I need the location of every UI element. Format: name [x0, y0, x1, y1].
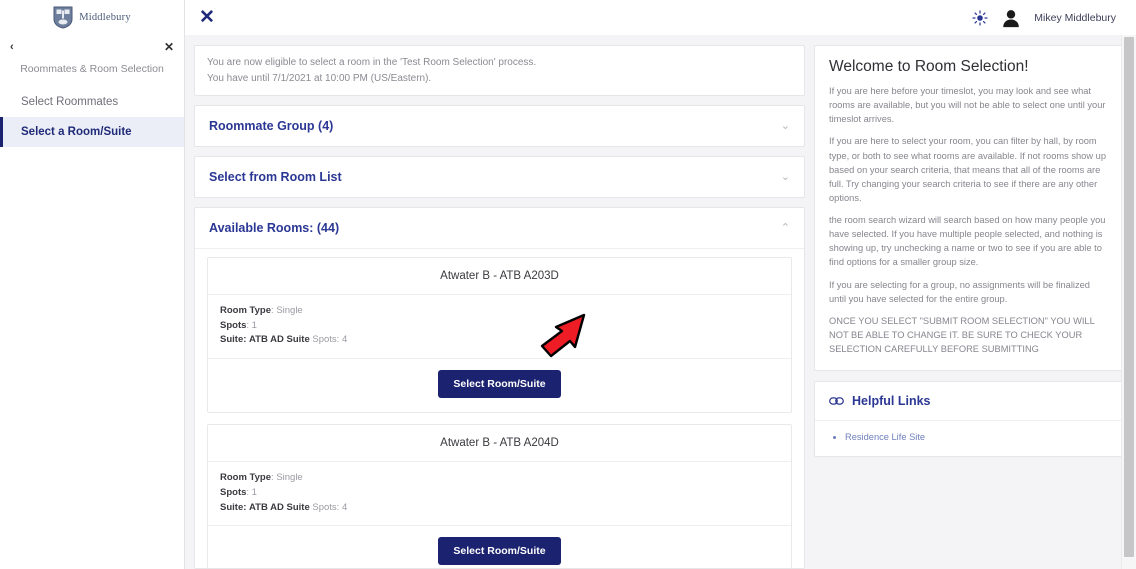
room-meta: Room Type: Single Spots: 1 Suite: ATB AD…: [208, 462, 791, 527]
welcome-title: Welcome to Room Selection!: [829, 58, 1029, 75]
spots-value: 1: [251, 319, 257, 331]
available-rooms-list[interactable]: Atwater B - ATB A203D Room Type: Single …: [195, 248, 804, 568]
room-title: Atwater B - ATB A204D: [208, 425, 791, 463]
notice-line-1: You are now eligible to select a room in…: [207, 57, 537, 68]
sidebar-back-icon[interactable]: ‹: [10, 41, 14, 53]
welcome-paragraph: If you are selecting for a group, no ass…: [829, 279, 1090, 304]
room-type-value: Single: [276, 472, 303, 484]
welcome-card: Welcome to Room Selection! If you are he…: [814, 45, 1124, 372]
helpful-links-title: Helpful Links: [852, 394, 931, 409]
accordion-select-from-room-list-header[interactable]: Select from Room List ⌄: [195, 157, 804, 197]
suite-label: Suite:: [220, 501, 247, 513]
eligibility-notice: You are now eligible to select a room in…: [194, 45, 805, 96]
top-bar-main: ✕ Mikey Middlebury: [185, 0, 1136, 35]
accordion-roommate-group-header[interactable]: Roommate Group (4) ⌄: [195, 106, 804, 146]
user-avatar-icon[interactable]: [1000, 7, 1022, 29]
right-sidebar: Welcome to Room Selection! If you are he…: [814, 35, 1136, 569]
spots-label: Spots: [220, 319, 247, 331]
spots-label: Spots: [220, 486, 247, 498]
helpful-links-body: Residence Life Site: [815, 421, 1123, 456]
username-label[interactable]: Mikey Middlebury: [1034, 12, 1116, 24]
room-selection-app: Middlebury ✕ Mikey Middlebury ‹ ✕ Roomma…: [0, 0, 1136, 569]
chevron-down-icon[interactable]: ⌄: [781, 120, 790, 132]
sidebar-item-select-room-suite[interactable]: Select a Room/Suite: [0, 117, 184, 147]
chevron-down-icon[interactable]: ⌄: [781, 171, 790, 183]
room-type-label: Room Type: [220, 305, 272, 316]
room-type-label: Room Type: [220, 472, 272, 484]
page-scrollbar[interactable]: [1121, 35, 1136, 569]
helpful-links-header: Helpful Links: [815, 382, 1123, 422]
room-card: Atwater B - ATB A204D Room Type: Single …: [207, 424, 792, 568]
sidebar-controls: ‹ ✕: [0, 35, 184, 55]
suite-label: Suite:: [220, 334, 247, 346]
sidebar-title: Roommates & Room Selection: [20, 63, 164, 75]
room-footer: Select Room/Suite: [208, 526, 791, 568]
room-footer: Select Room/Suite: [208, 359, 791, 412]
body-row: ‹ ✕ Roommates & Room Selection Select Ro…: [0, 35, 1136, 569]
spots-value: 1: [251, 486, 257, 498]
accordion-roommate-group[interactable]: Roommate Group (4) ⌄: [194, 105, 805, 147]
main-content: You are now eligible to select a room in…: [185, 35, 814, 569]
sidebar-close-icon[interactable]: ✕: [164, 41, 174, 53]
notice-line-2: You have until 7/1/2021 at 10:00 PM (US/…: [207, 72, 432, 84]
sidebar-item-select-roommates[interactable]: Select Roommates: [0, 87, 184, 117]
suite-name: ATB AD Suite: [249, 334, 310, 346]
accordion-select-from-room-list-title: Select from Room List: [209, 170, 342, 184]
welcome-paragraph: the room search wizard will search based…: [829, 215, 1106, 268]
welcome-paragraph: ONCE YOU SELECT "SUBMIT ROOM SELECTION" …: [829, 315, 1095, 354]
suite-name: ATB AD Suite: [249, 501, 310, 513]
brightness-sun-icon[interactable]: [972, 9, 988, 26]
helpful-links-card: Helpful Links Residence Life Site: [814, 381, 1124, 458]
sidebar: ‹ ✕ Roommates & Room Selection Select Ro…: [0, 35, 185, 569]
suite-spots-label: Spots:: [312, 334, 340, 346]
accordion-available-rooms: Available Rooms: (44) ⌃ Atwater B - ATB …: [194, 207, 805, 569]
close-icon[interactable]: ✕: [199, 8, 215, 27]
room-type-value: Single: [276, 305, 303, 316]
list-item[interactable]: Residence Life Site: [845, 432, 1109, 442]
select-room-suite-button[interactable]: Select Room/Suite: [438, 370, 561, 399]
page-scrollbar-thumb[interactable]: [1124, 37, 1134, 557]
brand-logo[interactable]: Middlebury: [0, 0, 185, 35]
top-bar: Middlebury ✕ Mikey Middlebury: [0, 0, 1136, 35]
accordion-select-from-room-list[interactable]: Select from Room List ⌄: [194, 156, 805, 198]
welcome-paragraph: If you are here before your timeslot, yo…: [829, 86, 1106, 125]
suite-spots-label: Spots:: [312, 501, 340, 513]
room-card: Atwater B - ATB A203D Room Type: Single …: [207, 257, 792, 414]
top-bar-right: Mikey Middlebury: [972, 7, 1122, 29]
welcome-paragraph: If you are here to select your room, you…: [829, 136, 1106, 203]
accordion-available-rooms-header[interactable]: Available Rooms: (44) ⌃: [195, 208, 804, 248]
accordion-roommate-group-title: Roommate Group (4): [209, 119, 334, 133]
room-title: Atwater B - ATB A203D: [208, 258, 791, 295]
accordion-available-rooms-title: Available Rooms: (44): [209, 221, 340, 235]
residence-life-site-link[interactable]: Residence Life Site: [845, 432, 925, 442]
shield-crest-icon: [53, 6, 73, 29]
link-chain-icon: [829, 397, 844, 405]
suite-spots-value: 4: [341, 334, 348, 346]
suite-spots-value: 4: [341, 501, 348, 513]
room-meta: Room Type: Single Spots: 1 Suite: ATB AD…: [208, 295, 791, 360]
brand-name: Middlebury: [79, 12, 131, 23]
chevron-up-icon[interactable]: ⌃: [781, 222, 790, 234]
select-room-suite-button[interactable]: Select Room/Suite: [438, 537, 561, 566]
